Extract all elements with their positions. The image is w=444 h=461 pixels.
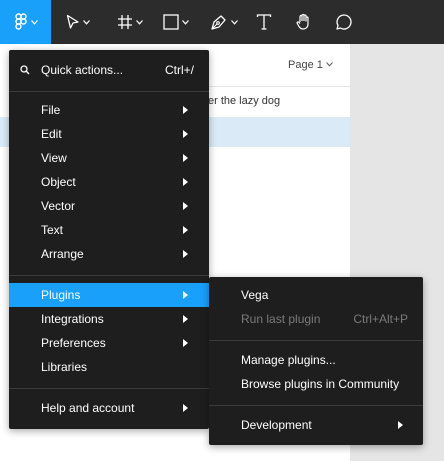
menu-item-vector[interactable]: Vector — [9, 194, 209, 218]
menu-item-object[interactable]: Object — [9, 170, 209, 194]
layer-item-text[interactable]: er the lazy dog — [208, 95, 280, 107]
quick-actions-shortcut: Ctrl+/ — [164, 63, 194, 77]
quick-actions-label: Quick actions... — [41, 63, 124, 77]
figma-logo-icon — [14, 13, 27, 30]
menu-item-label: Object — [41, 175, 76, 189]
menu-item-label: Browse plugins in Community — [241, 377, 400, 391]
menu-item-preferences[interactable]: Preferences — [9, 331, 209, 355]
frame-hash-icon — [118, 15, 132, 29]
move-tool-button[interactable] — [58, 0, 98, 44]
submenu-arrow-icon — [183, 339, 188, 347]
menu-item-label: Edit — [41, 127, 62, 141]
submenu-arrow-icon — [183, 291, 188, 299]
plugins-submenu: Vega Run last plugin Ctrl+Alt+P Manage p… — [209, 277, 423, 445]
chevron-down-icon — [182, 19, 189, 25]
menu-item-label: Vega — [241, 288, 269, 302]
shape-tool-button[interactable] — [156, 0, 196, 44]
quick-actions-item[interactable]: Quick actions... Ctrl+/ — [9, 58, 209, 82]
rectangle-icon — [163, 14, 179, 30]
text-tool-button[interactable] — [248, 0, 280, 44]
menu-separator — [209, 340, 423, 341]
main-menu-button[interactable] — [0, 0, 51, 44]
pen-tool-button[interactable] — [204, 0, 244, 44]
menu-item-text[interactable]: Text — [9, 218, 209, 242]
menu-separator — [9, 275, 209, 276]
menu-item-arrange[interactable]: Arrange — [9, 242, 209, 266]
menu-item-label: View — [41, 151, 67, 165]
submenu-arrow-icon — [183, 226, 188, 234]
menu-item-label: Plugins — [41, 288, 81, 302]
submenu-arrow-icon — [183, 130, 188, 138]
comment-icon — [336, 14, 352, 30]
hand-icon — [296, 13, 309, 30]
development-item[interactable]: Development — [209, 413, 423, 437]
panel-divider — [208, 86, 350, 87]
pen-icon — [211, 15, 226, 30]
chevron-down-icon — [83, 19, 90, 25]
menu-item-label: Libraries — [41, 360, 88, 374]
search-icon — [20, 65, 30, 75]
run-last-plugin-item[interactable]: Run last plugin Ctrl+Alt+P — [209, 307, 423, 331]
menu-item-edit[interactable]: Edit — [9, 122, 209, 146]
menu-item-label: Arrange — [41, 247, 84, 261]
chevron-down-icon[interactable] — [326, 62, 333, 67]
submenu-arrow-icon — [183, 250, 188, 258]
chevron-down-icon — [30, 19, 38, 25]
menu-item-label: Preferences — [41, 336, 106, 350]
main-menu: Quick actions... Ctrl+/ File Edit View O… — [9, 50, 209, 429]
text-icon — [256, 14, 272, 30]
submenu-arrow-icon — [183, 315, 188, 323]
menu-item-label: Text — [41, 223, 64, 237]
hand-tool-button[interactable] — [288, 0, 320, 44]
plugin-item-vega[interactable]: Vega — [209, 283, 423, 307]
toolbar — [0, 0, 444, 44]
frame-tool-button[interactable] — [110, 0, 150, 44]
submenu-arrow-icon — [183, 106, 188, 114]
menu-item-help[interactable]: Help and account — [9, 396, 209, 420]
chevron-down-icon — [231, 19, 238, 25]
menu-separator — [9, 388, 209, 389]
chevron-down-icon — [136, 19, 143, 25]
menu-separator — [209, 405, 423, 406]
menu-item-label: File — [41, 103, 61, 117]
menu-item-label: Help and account — [41, 401, 135, 415]
submenu-arrow-icon — [183, 404, 188, 412]
menu-separator — [9, 91, 209, 92]
menu-item-label: Vector — [41, 199, 76, 213]
menu-item-label: Development — [241, 418, 312, 432]
browse-plugins-item[interactable]: Browse plugins in Community — [209, 372, 423, 396]
submenu-arrow-icon — [183, 178, 188, 186]
comment-tool-button[interactable] — [328, 0, 360, 44]
submenu-arrow-icon — [183, 202, 188, 210]
menu-item-view[interactable]: View — [9, 146, 209, 170]
menu-item-libraries[interactable]: Libraries — [9, 355, 209, 379]
menu-item-label: Manage plugins... — [241, 353, 336, 367]
menu-item-label: Run last plugin — [241, 312, 321, 326]
manage-plugins-item[interactable]: Manage plugins... — [209, 348, 423, 372]
run-last-plugin-shortcut: Ctrl+Alt+P — [353, 312, 408, 326]
menu-item-plugins[interactable]: Plugins — [9, 283, 209, 307]
move-cursor-icon — [66, 14, 79, 29]
menu-item-file[interactable]: File — [9, 98, 209, 122]
menu-item-integrations[interactable]: Integrations — [9, 307, 209, 331]
submenu-arrow-icon — [398, 421, 403, 429]
page-selector[interactable]: Page 1 — [288, 59, 323, 71]
menu-item-label: Integrations — [41, 312, 104, 326]
submenu-arrow-icon — [183, 154, 188, 162]
